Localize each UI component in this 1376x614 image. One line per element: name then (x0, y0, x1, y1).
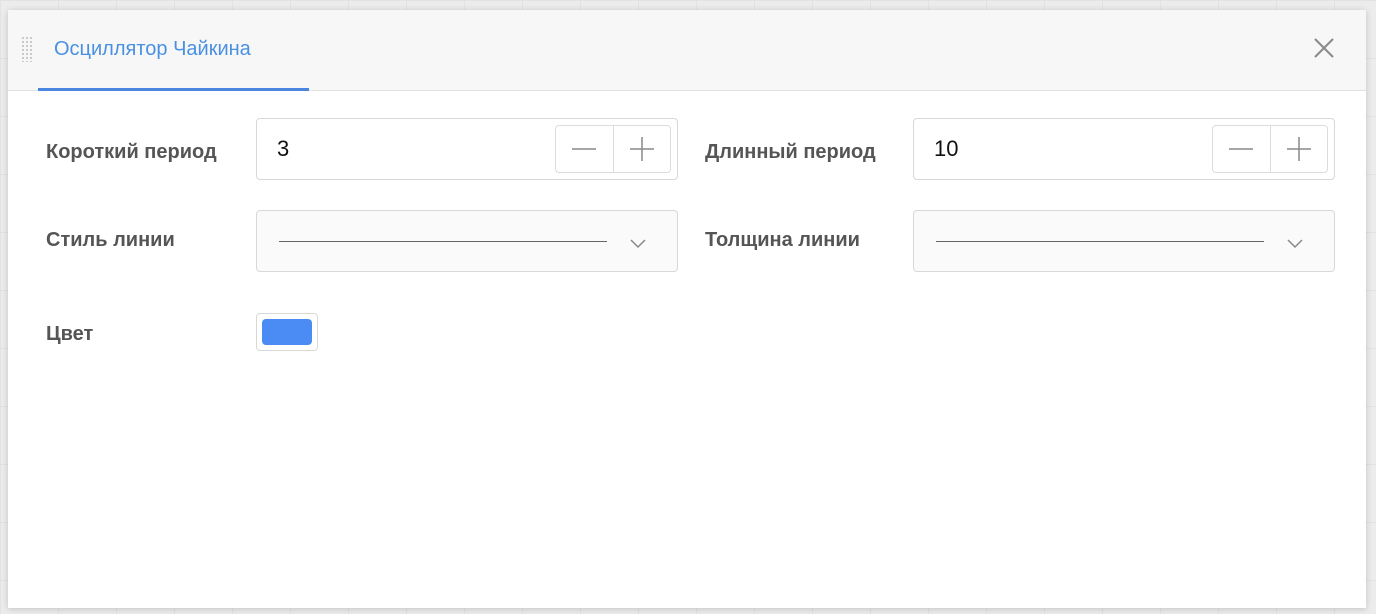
plus-icon (629, 137, 654, 161)
short-period-stepper (555, 125, 671, 173)
short-period-increment-button[interactable] (612, 126, 671, 172)
tab-settings[interactable]: Осциллятор Чайкина (38, 10, 309, 91)
indicator-settings-dialog: Осциллятор Чайкина Короткий период 3 Дли… (8, 10, 1366, 608)
tab-active-indicator (38, 88, 309, 91)
line-width-preview (936, 241, 1264, 242)
close-icon (1314, 38, 1334, 58)
minus-icon (572, 148, 597, 150)
plus-icon (1286, 137, 1311, 161)
dialog-title: Осциллятор Чайкина (54, 38, 251, 60)
long-period-field (913, 118, 1335, 180)
line-style-select[interactable] (256, 210, 678, 272)
long-period-increment-button[interactable] (1269, 126, 1328, 172)
short-period-input[interactable] (277, 136, 537, 162)
short-period-label: Короткий период (46, 141, 217, 163)
dialog-header: Осциллятор Чайкина (8, 10, 1366, 91)
close-button[interactable] (1312, 36, 1336, 60)
color-label: Цвет (46, 323, 94, 345)
drag-handle-icon[interactable] (21, 36, 33, 62)
line-style-label: Стиль линии (46, 229, 175, 251)
chevron-down-icon (1287, 239, 1303, 249)
color-picker-button[interactable] (256, 313, 318, 351)
short-period-decrement-button[interactable] (556, 126, 613, 172)
line-style-preview (279, 241, 607, 242)
color-preview (262, 319, 312, 345)
line-width-select[interactable] (913, 210, 1335, 272)
chevron-down-icon (630, 239, 646, 249)
long-period-stepper (1212, 125, 1328, 173)
line-width-label: Толщина линии (705, 229, 860, 251)
minus-icon (1229, 148, 1254, 150)
long-period-label: Длинный период (705, 141, 876, 163)
long-period-input[interactable] (934, 136, 1194, 162)
short-period-field (256, 118, 678, 180)
long-period-decrement-button[interactable] (1213, 126, 1270, 172)
